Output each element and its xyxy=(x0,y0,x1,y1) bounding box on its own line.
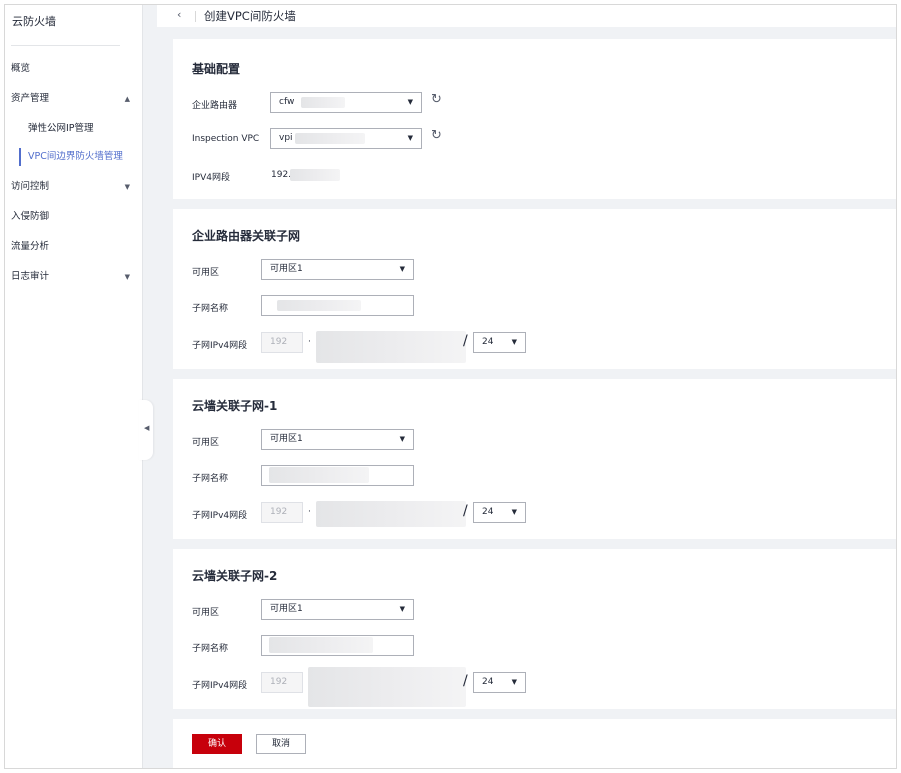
inspection-vpc-label: Inspection VPC xyxy=(192,134,260,144)
sidebar-item-overview[interactable]: 概览 xyxy=(5,54,142,84)
az-label: 可用区 xyxy=(192,438,220,448)
cancel-button[interactable]: 取消 xyxy=(256,734,306,754)
caret-down-icon: ▼ xyxy=(399,435,405,443)
cidr-prefix-value: 192 xyxy=(270,337,288,347)
az-label: 可用区 xyxy=(192,268,220,278)
basic-config-card: 基础配置 企业路由器 cfw ▼ ↻ Inspection VPC vpi ▼ … xyxy=(173,39,896,199)
sidebar-item-traffic-analysis[interactable]: 流量分析 xyxy=(5,232,142,262)
sidebar-subitem-eip[interactable]: 弹性公网IP管理 xyxy=(19,114,142,144)
card-title: 企业路由器关联子网 xyxy=(192,229,301,243)
caret-down-icon: ▼ xyxy=(407,98,413,106)
az-select[interactable]: 可用区1 ▼ xyxy=(261,599,414,620)
redacted-subnet-name xyxy=(269,637,373,653)
caret-down-icon: ▼ xyxy=(511,338,517,346)
cidr-label: 子网IPv4网段 xyxy=(192,511,248,521)
sidebar-item-log-audit[interactable]: 日志审计 ▼ xyxy=(5,262,142,292)
cidr-dot: · xyxy=(308,337,311,347)
inspection-vpc-value: vpi xyxy=(279,133,293,143)
sidebar-item-label: 日志审计 xyxy=(11,271,50,282)
az-select[interactable]: 可用区1 ▼ xyxy=(261,429,414,450)
chevron-up-icon: ▲ xyxy=(124,95,130,103)
caret-down-icon: ▼ xyxy=(399,605,405,613)
assets-submenu: 弹性公网IP管理 VPC间边界防火墙管理 xyxy=(5,114,142,166)
page-header: ‹ 创建VPC间防火墙 xyxy=(157,5,896,27)
chevron-down-icon: ▼ xyxy=(124,273,130,281)
mask-select[interactable]: 24 ▼ xyxy=(473,502,526,523)
app-frame: 云防火墙 概览 资产管理 ▲ 弹性公网IP管理 VPC间边界防火墙管理 访问控制… xyxy=(4,4,897,769)
subnet-name-label: 子网名称 xyxy=(192,474,229,484)
caret-down-icon: ▼ xyxy=(399,265,405,273)
sidebar: 云防火墙 概览 资产管理 ▲ 弹性公网IP管理 VPC间边界防火墙管理 访问控制… xyxy=(5,5,143,768)
router-select-value: cfw xyxy=(279,97,295,107)
cidr-prefix-value: 192 xyxy=(270,677,288,687)
az-label: 可用区 xyxy=(192,608,220,618)
card-title: 基础配置 xyxy=(192,62,241,76)
form-footer: 确认 取消 xyxy=(173,719,896,768)
refresh-icon[interactable]: ↻ xyxy=(431,92,442,107)
sidebar-collapse-handle[interactable]: ◀ xyxy=(139,400,153,460)
subnet-name-label: 子网名称 xyxy=(192,644,229,654)
ipv4-label: IPV4网段 xyxy=(192,173,230,183)
cidr-slash: / xyxy=(463,503,468,519)
confirm-button[interactable]: 确认 xyxy=(192,734,242,754)
router-select[interactable]: cfw ▼ xyxy=(270,92,422,113)
router-subnet-card: 企业路由器关联子网 可用区 可用区1 ▼ 子网名称 子网IPv4网段 192 ·… xyxy=(173,209,896,369)
sidebar-item-label: 访问控制 xyxy=(11,181,50,192)
ipv4-value: 192. xyxy=(271,170,292,180)
firewall-subnet-2-card: 云墙关联子网-2 可用区 可用区1 ▼ 子网名称 子网IPv4网段 192 / … xyxy=(173,549,896,709)
redacted-subnet-name xyxy=(277,300,361,311)
mask-select-value: 24 xyxy=(482,507,494,517)
az-select-value: 可用区1 xyxy=(270,264,303,274)
cidr-slash: / xyxy=(463,673,468,689)
chevron-down-icon: ▼ xyxy=(124,183,130,191)
caret-down-icon: ▼ xyxy=(407,134,413,142)
back-icon[interactable]: ‹ xyxy=(177,8,181,21)
cidr-dot: · xyxy=(308,507,311,517)
mask-select-value: 24 xyxy=(482,677,494,687)
redacted-cidr-octets xyxy=(308,667,466,707)
cidr-label: 子网IPv4网段 xyxy=(192,681,248,691)
sidebar-item-label: 流量分析 xyxy=(11,241,50,252)
az-select-value: 可用区1 xyxy=(270,604,303,614)
az-select[interactable]: 可用区1 ▼ xyxy=(261,259,414,280)
redacted-subnet-name xyxy=(269,467,369,483)
page-title: 创建VPC间防火墙 xyxy=(204,9,296,23)
cidr-prefix-input: 192 xyxy=(261,332,303,353)
caret-down-icon: ▼ xyxy=(511,678,517,686)
sidebar-item-access-control[interactable]: 访问控制 ▼ xyxy=(5,172,142,202)
redacted-cidr-octets xyxy=(316,501,466,527)
sidebar-divider xyxy=(11,45,120,46)
refresh-icon[interactable]: ↻ xyxy=(431,128,442,143)
caret-down-icon: ▼ xyxy=(511,508,517,516)
sidebar-item-intrusion-prevention[interactable]: 入侵防御 xyxy=(5,202,142,232)
sidebar-item-assets[interactable]: 资产管理 ▲ xyxy=(5,84,142,114)
mask-select-value: 24 xyxy=(482,337,494,347)
cidr-prefix-input: 192 xyxy=(261,502,303,523)
az-select-value: 可用区1 xyxy=(270,434,303,444)
card-title: 云墙关联子网-1 xyxy=(192,399,278,413)
cidr-label: 子网IPv4网段 xyxy=(192,341,248,351)
mask-select[interactable]: 24 ▼ xyxy=(473,672,526,693)
sidebar-item-label: 概览 xyxy=(11,63,31,74)
cidr-slash: / xyxy=(463,333,468,349)
subnet-name-label: 子网名称 xyxy=(192,304,229,314)
cidr-prefix-value: 192 xyxy=(270,507,288,517)
chevron-left-icon: ◀ xyxy=(144,424,150,432)
sidebar-item-label: 资产管理 xyxy=(11,93,50,104)
sidebar-menu: 概览 资产管理 ▲ 弹性公网IP管理 VPC间边界防火墙管理 访问控制 ▼ 入侵… xyxy=(5,54,142,292)
sidebar-title: 云防火墙 xyxy=(12,15,56,28)
header-separator xyxy=(195,11,196,22)
redacted-inspection-vpc xyxy=(295,133,365,144)
redacted-router xyxy=(301,97,345,108)
sidebar-subitem-vpc-firewall[interactable]: VPC间边界防火墙管理 xyxy=(19,148,142,166)
redacted-ipv4 xyxy=(290,169,340,181)
router-label: 企业路由器 xyxy=(192,101,238,111)
card-title: 云墙关联子网-2 xyxy=(192,569,278,583)
firewall-subnet-1-card: 云墙关联子网-1 可用区 可用区1 ▼ 子网名称 子网IPv4网段 192 · … xyxy=(173,379,896,539)
sidebar-item-label: 入侵防御 xyxy=(11,211,50,222)
mask-select[interactable]: 24 ▼ xyxy=(473,332,526,353)
redacted-cidr-octets xyxy=(316,331,466,363)
cidr-prefix-input: 192 xyxy=(261,672,303,693)
